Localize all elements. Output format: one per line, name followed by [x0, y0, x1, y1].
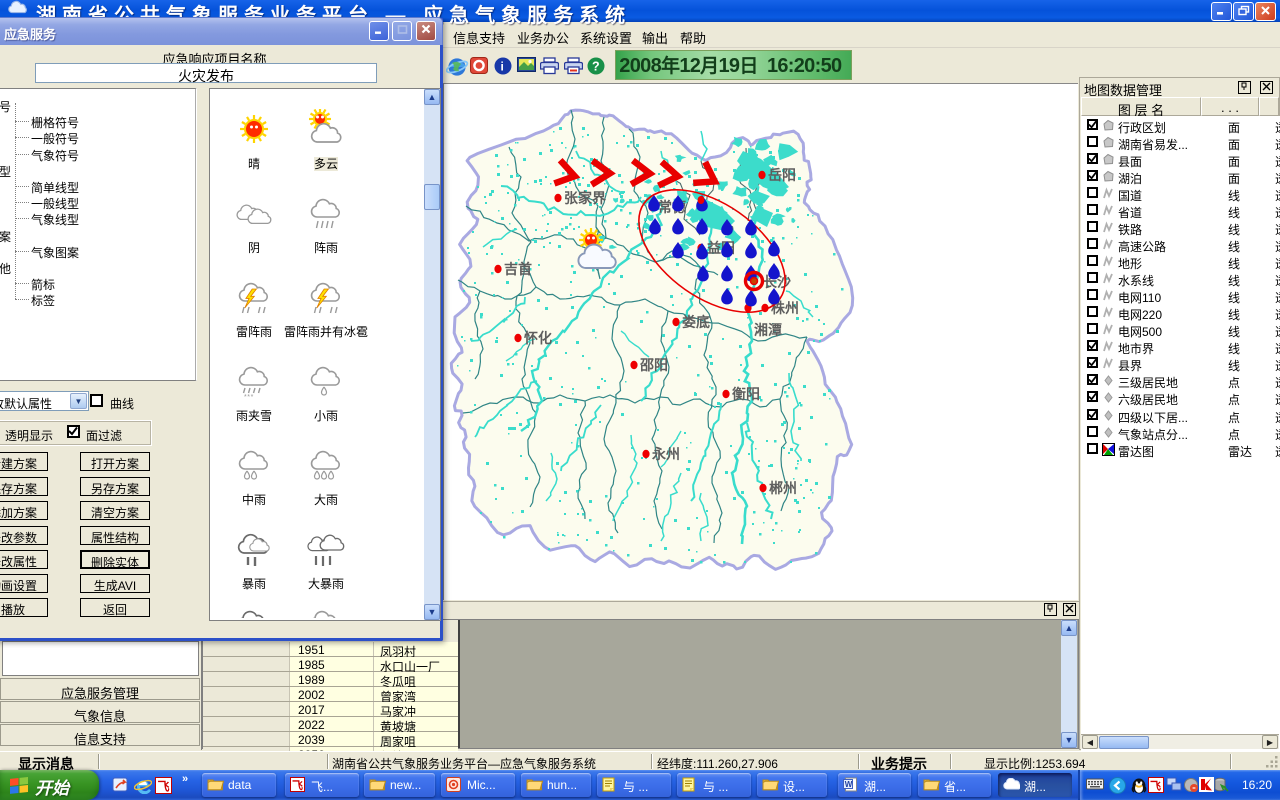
svg-text:飞: 飞: [158, 780, 170, 794]
svg-text:岳阳: 岳阳: [768, 167, 796, 183]
svg-text:飞: 飞: [292, 779, 303, 792]
svg-text:张家界: 张家界: [564, 190, 607, 206]
svg-text:湘潭: 湘潭: [754, 322, 782, 338]
svg-text:i: i: [501, 60, 504, 74]
svg-text:衡阳: 衡阳: [732, 386, 760, 402]
svg-text:怀化: 怀化: [524, 330, 552, 346]
svg-text:郴州: 郴州: [769, 480, 797, 496]
svg-text:* * *: * * *: [244, 394, 254, 401]
svg-text:永州: 永州: [651, 446, 680, 462]
svg-text:娄底: 娄底: [682, 314, 710, 330]
svg-text:飞: 飞: [1150, 780, 1161, 793]
svg-text:吉首: 吉首: [504, 261, 532, 277]
svg-text:W: W: [845, 780, 853, 789]
svg-text:邵阳: 邵阳: [639, 357, 668, 373]
svg-text:?: ?: [592, 60, 600, 74]
